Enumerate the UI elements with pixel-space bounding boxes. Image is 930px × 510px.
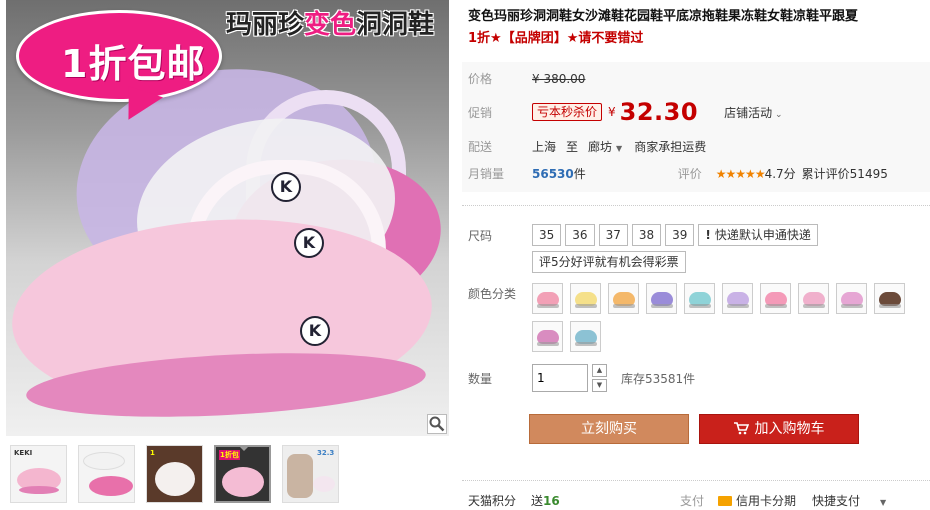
color-swatch[interactable] [836,283,867,314]
promotion-label: 促销 [468,105,493,120]
color-swatch[interactable] [608,283,639,314]
color-swatch[interactable] [646,283,677,314]
price-label: 价格 [468,72,493,86]
thumbnail[interactable]: 1 [146,445,203,503]
color-swatch-grid [532,283,922,352]
thumbnail-strip: KEKI 1 1折包 32.3 [10,445,339,503]
pay-label: 支付 [680,494,705,508]
shoe-sole-icon [537,304,559,308]
shipping-fee-note: 商家承担运费 [634,140,707,154]
shoe-sole-icon [575,342,597,346]
caret-down-icon: ▼ [880,498,887,507]
color-swatch[interactable] [532,283,563,314]
shipping-from: 上海 [532,140,557,154]
shoe-sole-icon [727,304,749,308]
size-extra-row: 评5分好评就有机会得彩票 [532,251,690,273]
quantity-label: 数量 [468,371,493,386]
shoe-sole-icon [765,304,787,308]
promo-bubble: 1折包邮 [16,10,222,102]
shoe-sole-icon [537,342,559,346]
shoe-sole-icon [803,304,825,308]
section-divider [462,480,930,481]
promotion-tag: 亏本秒杀价 [532,103,603,121]
product-main-image[interactable]: K K K 玛丽珍变色洞洞鞋 1折包邮 [6,0,449,436]
shop-activity-dropdown[interactable]: 店铺活动 ⌄ [724,104,782,121]
monthly-sales-label: 月销量 [468,167,505,181]
shipping-to-word: 至 [566,140,579,154]
quick-pay-dropdown[interactable]: 快捷支付 ▼ [812,492,886,509]
shoe-sole-icon [651,304,673,308]
color-label: 颜色分类 [468,287,517,301]
exclamation-icon: ! [705,228,711,242]
promotion-price: 32.30 [619,98,699,126]
quantity-stepper: ▲ ▼ [592,364,607,392]
size-option-37[interactable]: 37 [598,224,628,246]
size-option-36[interactable]: 36 [565,224,595,246]
shoe-sole-icon [575,304,597,308]
thumbnail[interactable]: 32.3 [282,445,339,503]
monthly-sales-unit: 件 [573,167,586,181]
color-swatch[interactable] [798,283,829,314]
currency-symbol: ¥ [608,105,616,119]
points-label: 天猫积分 [468,494,517,508]
size-option-35[interactable]: 35 [532,224,562,246]
rating-label: 评价 [677,167,702,181]
thumbnail[interactable] [78,445,135,503]
thumbnail-selected[interactable]: 1折包 [214,445,271,503]
chevron-down-icon: ⌄ [772,109,783,120]
size-option-38[interactable]: 38 [631,224,662,246]
shipping-row: 配送 上海 至 廊坊 ▼ 商家承担运费 [468,138,706,155]
color-row: 颜色分类 [468,283,922,352]
credit-card-installment[interactable]: 信用卡分期 [718,492,796,509]
color-swatch[interactable] [532,321,563,352]
credit-card-icon [718,496,732,506]
shipping-label: 配送 [468,140,493,154]
product-title: 变色玛丽珍洞洞鞋女沙滩鞋花园鞋平底凉拖鞋果冻鞋女鞋凉鞋平跟夏 [468,9,859,24]
destination-dropdown[interactable]: 廊坊 ▼ [588,138,622,155]
product-info: 变色玛丽珍洞洞鞋女沙滩鞋花园鞋平底凉拖鞋果冻鞋女鞋凉鞋平跟夏 1折★【品牌团】★… [468,6,928,50]
size-option-39[interactable]: 39 [665,224,695,246]
section-divider [462,205,930,206]
review-lottery-option[interactable]: 评5分好评就有机会得彩票 [532,251,686,273]
points-info: 送16 [531,494,560,508]
shoe-sole-icon [841,304,863,308]
promo-badge-text: 1折包邮 [61,42,206,86]
color-swatch[interactable] [722,283,753,314]
monthly-sales-count: 56530 [532,166,574,181]
quantity-input[interactable] [532,364,588,392]
brand-logo-badge: K [300,316,330,346]
buy-now-button[interactable]: 立刻购买 [529,414,689,444]
express-option[interactable]: ! 快递默认申通快递 [698,224,818,246]
original-price-row: 价格 ¥ 380.00 [468,70,585,87]
color-swatch[interactable] [570,321,601,352]
rating-score: 4.7分 [764,167,796,181]
promotion-row: 促销 亏本秒杀价 ¥ 32.30 店铺活动 ⌄ [468,98,783,126]
thumbnail[interactable]: KEKI [10,445,67,503]
stock-count: 库存53581件 [621,371,696,386]
color-swatch[interactable] [570,283,601,314]
add-to-cart-button[interactable]: 加入购物车 [699,414,859,444]
color-swatch[interactable] [874,283,905,314]
caret-down-icon: ▼ [616,144,623,153]
quantity-row: 数量 ▲ ▼ 库存53581件 [468,364,695,392]
decrement-icon[interactable]: ▼ [592,379,607,392]
shoe-sole-icon [879,304,901,308]
shoe-sole-icon [689,304,711,308]
zoom-icon[interactable] [427,414,447,434]
size-label: 尺码 [468,228,493,243]
increment-icon[interactable]: ▲ [592,364,607,377]
sales-row: 月销量 56530 件 评价 ★★★★★ 4.7分 累计评价51495 [468,165,888,182]
product-subtitle: 1折★【品牌团】★请不要错过 [468,31,644,46]
brand-banner: 玛丽珍变色洞洞鞋 [226,10,435,40]
star-rating-icon: ★★★★★ [715,166,766,181]
size-row: 尺码 35 36 37 38 39 ! 快递默认申通快递 [468,224,822,246]
color-swatch[interactable] [684,283,715,314]
brand-logo-badge: K [294,228,324,258]
review-count-link[interactable]: 累计评价51495 [802,165,888,182]
brand-logo-badge: K [271,172,301,202]
cart-icon [733,417,749,445]
color-swatch[interactable] [760,283,791,314]
original-price: ¥ 380.00 [532,71,586,86]
shoe-sole-icon [613,304,635,308]
